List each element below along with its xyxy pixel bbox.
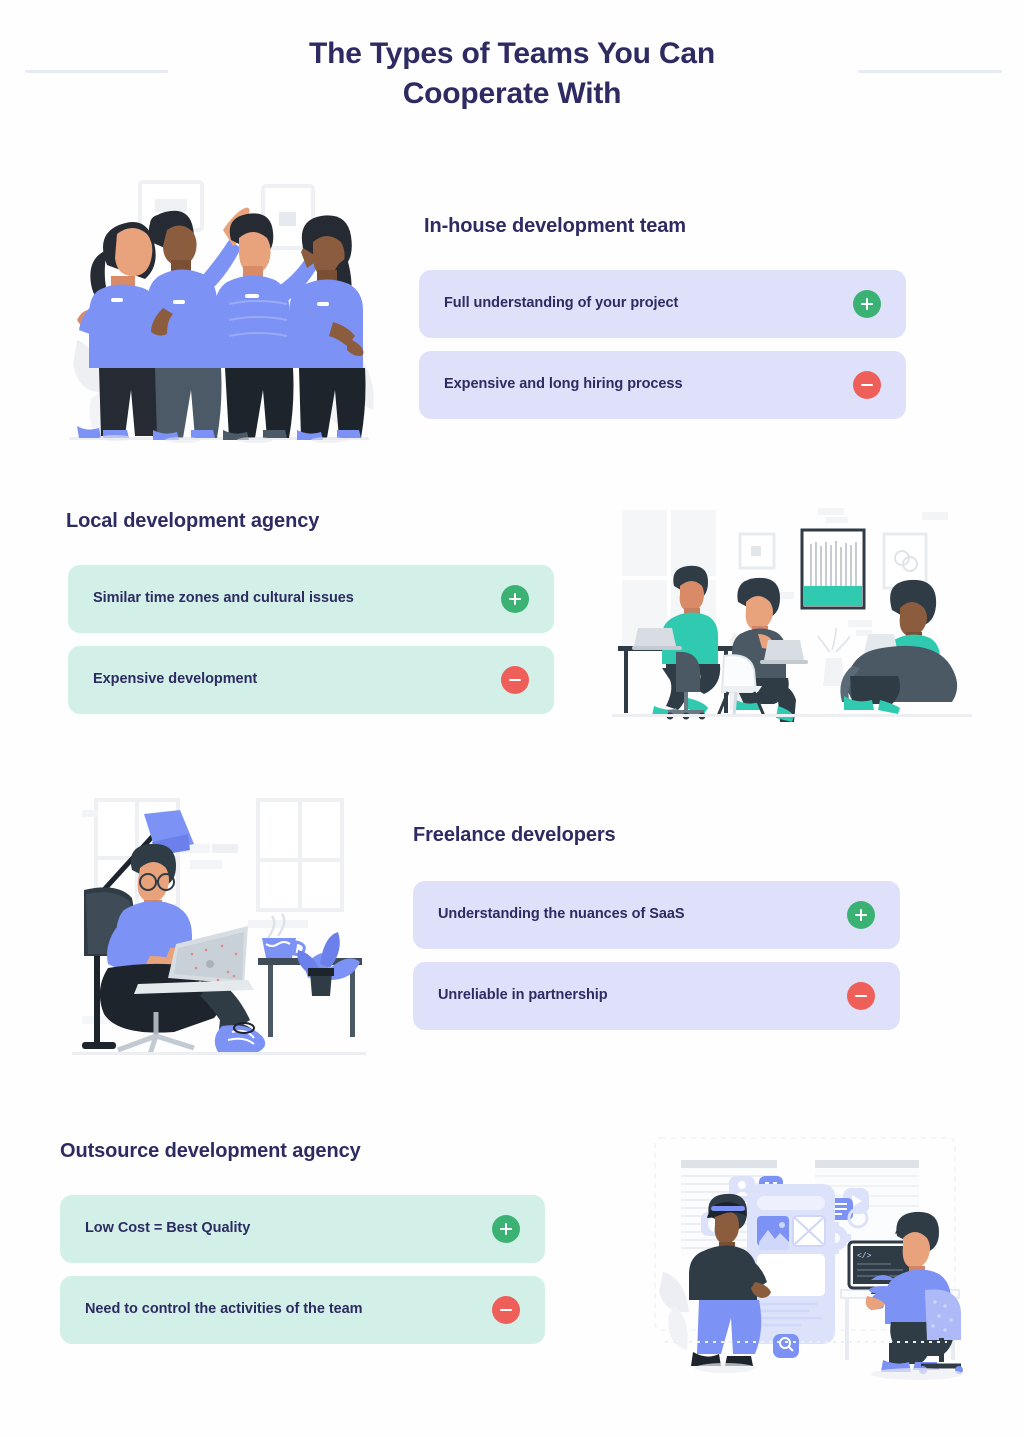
section-outsource: Outsource development agency <box>60 1140 361 1163</box>
section-in-house: In-house development team <box>424 215 686 238</box>
section-local-agency: Local development agency <box>66 510 319 533</box>
minus-icon <box>501 666 529 694</box>
plus-icon <box>847 901 875 929</box>
page-title-line-1: The Types of Teams You Can <box>309 37 715 70</box>
page-title-line-2: Cooperate With <box>402 76 622 110</box>
section-heading-local-agency: Local development agency <box>66 510 320 532</box>
pro-card-local-agency-label: Similar time zones and cultural issues <box>93 590 354 607</box>
freelancer-armchair-illustration <box>72 786 366 1068</box>
section-heading-in-house: In-house development team <box>424 215 686 237</box>
pro-card-outsource[interactable]: Low Cost = Best Quality <box>60 1195 545 1263</box>
svg-text:</>: </> <box>857 1252 872 1261</box>
page-title: The Types of Teams You Can Cooperate Wit… <box>0 34 1024 113</box>
pro-card-local-agency[interactable]: Similar time zones and cultural issues <box>68 565 554 633</box>
minus-icon <box>853 371 881 399</box>
con-card-freelance[interactable]: Unreliable in partnership <box>413 962 900 1030</box>
section-heading-outsource: Outsource development agency <box>60 1140 361 1162</box>
card-list-outsource: Low Cost = Best Quality Need to control … <box>60 1195 545 1344</box>
con-card-local-agency-label: Expensive development <box>93 671 258 688</box>
pro-card-in-house[interactable]: Full understanding of your project <box>419 270 906 338</box>
pro-card-freelance[interactable]: Understanding the nuances of SaaS <box>413 881 900 949</box>
minus-icon <box>492 1296 520 1324</box>
con-card-in-house[interactable]: Expensive and long hiring process <box>419 351 906 419</box>
con-card-in-house-label: Expensive and long hiring process <box>444 376 683 393</box>
pro-card-freelance-label: Understanding the nuances of SaaS <box>438 906 685 923</box>
plus-icon <box>501 585 529 613</box>
office-meeting-illustration <box>612 500 972 722</box>
card-list-in-house: Full understanding of your project Expen… <box>419 270 906 419</box>
section-heading-freelance: Freelance developers <box>413 824 616 846</box>
con-card-local-agency[interactable]: Expensive development <box>68 646 554 714</box>
con-card-outsource[interactable]: Need to control the activities of the te… <box>60 1276 545 1344</box>
team-high-five-illustration <box>55 172 385 460</box>
section-freelance: Freelance developers <box>413 824 616 847</box>
con-card-freelance-label: Unreliable in partnership <box>438 987 608 1004</box>
page-title-block: The Types of Teams You Can Cooperate Wit… <box>0 34 1024 113</box>
plus-icon <box>853 290 881 318</box>
card-list-local-agency: Similar time zones and cultural issues E… <box>68 565 554 714</box>
infographic-page: The Types of Teams You Can Cooperate Wit… <box>0 0 1024 1437</box>
con-card-outsource-label: Need to control the activities of the te… <box>85 1301 363 1318</box>
pro-card-outsource-label: Low Cost = Best Quality <box>85 1220 251 1237</box>
pro-card-in-house-label: Full understanding of your project <box>444 295 679 312</box>
app-design-team-illustration: </> <box>645 1130 967 1385</box>
plus-icon <box>492 1215 520 1243</box>
minus-icon <box>847 982 875 1010</box>
card-list-freelance: Understanding the nuances of SaaS Unreli… <box>413 881 900 1030</box>
